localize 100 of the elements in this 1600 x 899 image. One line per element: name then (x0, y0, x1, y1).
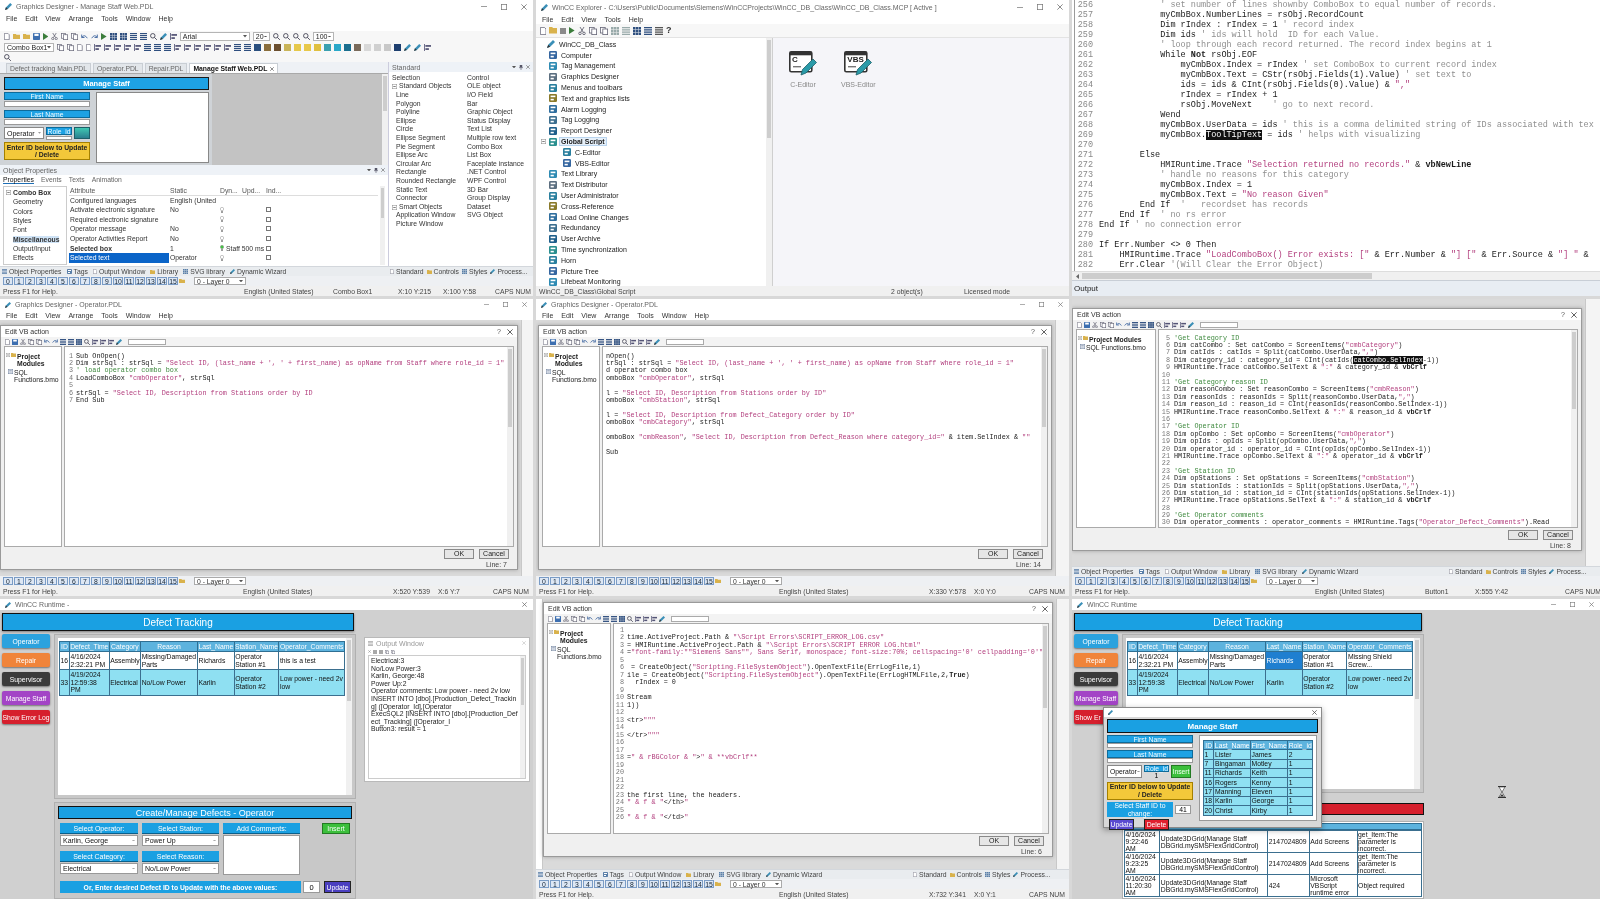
maximize-icon[interactable] (503, 302, 508, 307)
close-icon[interactable] (521, 3, 527, 10)
window-pencil-icon[interactable] (844, 51, 873, 77)
list-icon[interactable] (610, 615, 617, 622)
magnifier-icon[interactable] (621, 338, 628, 345)
pin-icon[interactable] (519, 64, 523, 70)
copy-icon[interactable] (57, 44, 64, 51)
scissors-icon[interactable] (1091, 321, 1098, 328)
tile-icon[interactable] (563, 159, 571, 168)
vertical-scrollbar[interactable] (507, 347, 513, 546)
close-icon[interactable] (1589, 602, 1594, 607)
align-icon[interactable] (642, 615, 649, 622)
close-icon[interactable] (1058, 302, 1063, 307)
vertical-scrollbar[interactable] (1414, 638, 1420, 789)
checkbox[interactable] (266, 245, 272, 251)
list-icon[interactable] (139, 33, 147, 40)
copy-icon[interactable] (391, 649, 395, 654)
grid-icon[interactable] (618, 615, 625, 622)
scissors-icon[interactable] (578, 26, 586, 35)
lightbulb-icon[interactable] (220, 216, 224, 223)
checkbox[interactable] (266, 207, 272, 213)
caret-icon[interactable] (367, 168, 371, 172)
vertical-scrollbar[interactable] (766, 38, 772, 286)
page-icon[interactable] (1077, 321, 1082, 328)
stop-icon[interactable] (560, 27, 567, 34)
color-swatch-icon[interactable] (344, 44, 352, 51)
input-field[interactable] (4, 101, 90, 107)
vertical-scrollbar[interactable] (346, 638, 352, 795)
list-icon[interactable] (644, 26, 652, 35)
comments-field[interactable] (223, 835, 300, 875)
play-icon[interactable] (42, 33, 49, 40)
scissors-icon[interactable] (562, 615, 569, 622)
pen-icon[interactable] (547, 40, 555, 49)
align-icon[interactable] (104, 44, 112, 51)
color-swatch-icon[interactable] (274, 44, 282, 51)
checkbox[interactable] (266, 255, 272, 261)
vertical-scrollbar[interactable] (520, 656, 525, 778)
scissors-icon[interactable] (557, 338, 564, 345)
input-field[interactable] (1107, 758, 1193, 763)
close-icon[interactable] (1041, 328, 1047, 335)
tile-icon[interactable] (549, 213, 557, 222)
minus-box-icon[interactable] (540, 139, 546, 145)
lightbulb-icon[interactable] (220, 245, 224, 252)
tile-icon[interactable] (549, 94, 557, 103)
play-icon[interactable] (569, 27, 575, 34)
minus-box-icon[interactable] (6, 190, 11, 196)
list-icon[interactable] (234, 44, 242, 51)
list-icon[interactable] (164, 44, 172, 51)
tile-icon[interactable] (549, 169, 557, 178)
list-icon[interactable] (597, 338, 604, 345)
magnifier-icon[interactable] (83, 338, 90, 345)
tile-icon[interactable] (549, 191, 557, 200)
align-icon[interactable] (1179, 321, 1186, 328)
vertical-scrollbar[interactable] (382, 74, 388, 165)
tile-icon[interactable] (549, 277, 557, 286)
pen-icon[interactable] (658, 615, 665, 622)
magnifier-icon[interactable] (282, 33, 290, 40)
color-swatch-icon[interactable] (294, 44, 302, 51)
align-icon[interactable] (204, 44, 212, 51)
copy-icon[interactable] (67, 44, 74, 51)
vertical-scrollbar[interactable] (1571, 330, 1577, 527)
color-swatch-icon[interactable] (314, 44, 322, 51)
input-field[interactable] (127, 338, 166, 345)
close-icon[interactable] (1571, 311, 1577, 318)
redo-arrow-icon[interactable] (1123, 322, 1130, 327)
copy-icon[interactable] (578, 615, 585, 622)
align-icon[interactable] (424, 44, 432, 51)
close-icon[interactable] (270, 66, 275, 71)
align-icon[interactable] (645, 338, 652, 345)
align-icon[interactable] (650, 615, 657, 622)
tile-icon[interactable] (563, 148, 571, 157)
maximize-icon[interactable] (1037, 4, 1043, 10)
close-icon[interactable] (1312, 710, 1317, 715)
caret-icon[interactable] (512, 65, 516, 69)
pen-icon[interactable] (653, 338, 660, 345)
minus-box-icon[interactable] (392, 204, 397, 210)
page-icon[interactable] (548, 615, 553, 622)
tile-icon[interactable] (549, 202, 557, 211)
redo-arrow-icon[interactable] (51, 339, 58, 344)
checkbox[interactable] (266, 216, 272, 222)
tile-icon[interactable] (549, 126, 557, 135)
copy-icon[interactable] (27, 338, 34, 345)
lightbulb-icon[interactable] (220, 254, 224, 261)
grid-icon[interactable] (119, 33, 127, 40)
list-icon[interactable] (144, 44, 152, 51)
color-swatch-icon[interactable] (334, 44, 342, 51)
tile-icon[interactable] (549, 83, 557, 92)
copy-icon[interactable] (565, 338, 572, 345)
page-icon[interactable] (5, 338, 10, 345)
grid-icon[interactable] (109, 33, 117, 40)
magnifier-icon[interactable] (302, 33, 310, 40)
vertical-scrollbar[interactable] (1041, 347, 1047, 546)
tile-icon[interactable] (549, 256, 557, 265)
align-icon[interactable] (99, 338, 106, 345)
undo-arrow-icon[interactable] (1115, 322, 1122, 327)
play-icon[interactable] (101, 33, 107, 40)
align-icon[interactable] (634, 615, 641, 622)
align-icon[interactable] (1171, 321, 1178, 328)
magnifier-icon[interactable] (272, 33, 280, 40)
tile-icon[interactable] (549, 267, 557, 276)
